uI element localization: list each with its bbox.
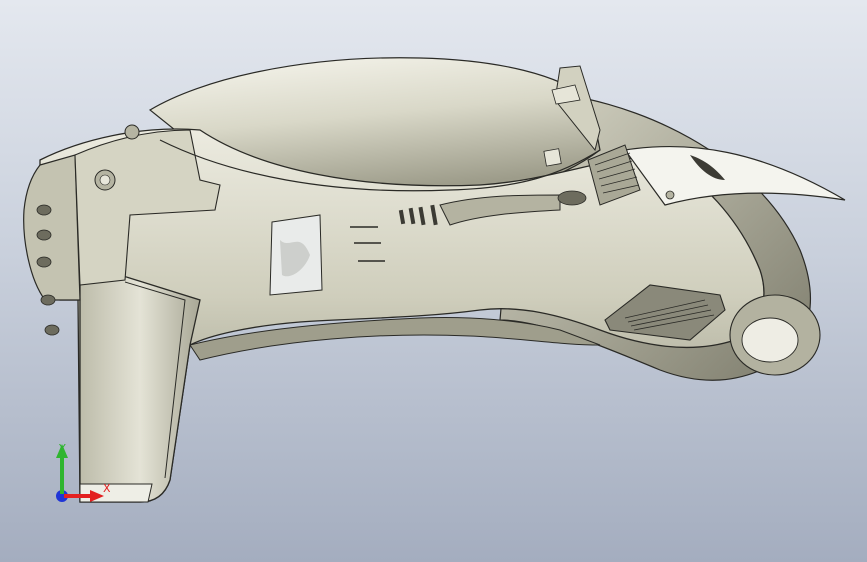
x-axis-arrow xyxy=(90,490,104,502)
cad-viewport[interactable]: Y X xyxy=(0,0,867,562)
top-bolt xyxy=(124,124,140,140)
front-cap xyxy=(23,154,81,301)
body-slot xyxy=(557,190,587,206)
blade-pin xyxy=(665,190,675,200)
3d-model-view[interactable] xyxy=(0,0,867,562)
x-axis-label: X xyxy=(103,482,110,495)
body-marker xyxy=(543,148,562,167)
axis-triad: Y X xyxy=(56,442,110,502)
y-axis-label: Y xyxy=(58,442,66,455)
